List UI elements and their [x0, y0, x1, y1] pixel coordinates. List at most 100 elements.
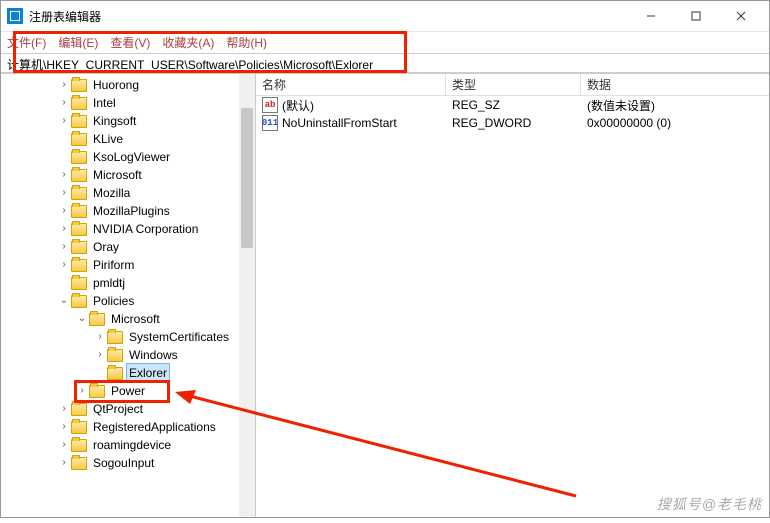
tree-item[interactable]: Exlorer: [1, 364, 255, 382]
tree-item-label: Exlorer: [127, 364, 169, 382]
tree-item-label: Power: [109, 382, 147, 400]
chevron-right-icon[interactable]: [57, 112, 71, 130]
chevron-right-icon[interactable]: [57, 202, 71, 220]
menu-bar: 文件(F) 编辑(E) 查看(V) 收藏夹(A) 帮助(H): [1, 31, 769, 53]
dword-value-icon: 011: [262, 115, 278, 131]
tree-pane[interactable]: HuorongIntelKingsoftKLiveKsoLogViewerMic…: [1, 74, 256, 517]
chevron-right-icon[interactable]: [93, 328, 107, 346]
folder-icon: [107, 367, 123, 380]
tree-item-label: Mozilla: [91, 184, 132, 202]
chevron-down-icon[interactable]: [57, 292, 71, 310]
tree-item[interactable]: Windows: [1, 346, 255, 364]
folder-icon: [107, 331, 123, 344]
value-data: (数值未设置): [581, 97, 769, 114]
value-data: 0x00000000 (0): [581, 116, 769, 130]
folder-icon: [71, 241, 87, 254]
tree-item[interactable]: MozillaPlugins: [1, 202, 255, 220]
chevron-right-icon[interactable]: [57, 400, 71, 418]
folder-icon: [71, 187, 87, 200]
folder-icon: [71, 259, 87, 272]
tree-item-label: NVIDIA Corporation: [91, 220, 200, 238]
value-name: NoUninstallFromStart: [282, 116, 397, 130]
tree-item[interactable]: Piriform: [1, 256, 255, 274]
folder-icon: [71, 97, 87, 110]
close-button[interactable]: [718, 1, 763, 31]
tree-scrollbar[interactable]: [239, 74, 255, 517]
menu-view[interactable]: 查看(V): [110, 34, 150, 51]
tree-item-label: Intel: [91, 94, 118, 112]
values-pane[interactable]: 名称 类型 数据 ab(默认)REG_SZ(数值未设置)011 NoUninsta…: [256, 74, 769, 517]
tree-item[interactable]: pmldtj: [1, 274, 255, 292]
tree-item[interactable]: Mozilla: [1, 184, 255, 202]
minimize-button[interactable]: [628, 1, 673, 31]
col-name[interactable]: 名称: [256, 74, 446, 95]
tree-item[interactable]: Microsoft: [1, 310, 255, 328]
tree-item-label: roamingdevice: [91, 436, 173, 454]
value-name: (默认): [282, 97, 314, 114]
value-row[interactable]: ab(默认)REG_SZ(数值未设置): [256, 96, 769, 114]
tree-item[interactable]: Power: [1, 382, 255, 400]
folder-icon: [71, 421, 87, 434]
menu-file[interactable]: 文件(F): [7, 34, 46, 51]
folder-icon: [71, 205, 87, 218]
tree-item-label: RegisteredApplications: [91, 418, 218, 436]
tree-item[interactable]: Huorong: [1, 76, 255, 94]
title-bar[interactable]: 注册表编辑器: [1, 1, 769, 31]
chevron-right-icon[interactable]: [57, 454, 71, 472]
chevron-right-icon[interactable]: [57, 94, 71, 112]
chevron-right-icon[interactable]: [57, 184, 71, 202]
app-icon: [7, 8, 23, 24]
value-row[interactable]: 011NoUninstallFromStartREG_DWORD0x000000…: [256, 114, 769, 132]
menu-help[interactable]: 帮助(H): [226, 34, 267, 51]
tree-item[interactable]: NVIDIA Corporation: [1, 220, 255, 238]
tree-item[interactable]: Intel: [1, 94, 255, 112]
tree-item-label: SystemCertificates: [127, 328, 231, 346]
tree-item[interactable]: SystemCertificates: [1, 328, 255, 346]
tree-item[interactable]: QtProject: [1, 400, 255, 418]
values-header[interactable]: 名称 类型 数据: [256, 74, 769, 96]
chevron-right-icon[interactable]: [57, 418, 71, 436]
col-data[interactable]: 数据: [581, 74, 769, 95]
chevron-right-icon[interactable]: [75, 382, 89, 400]
chevron-right-icon[interactable]: [57, 238, 71, 256]
tree-item[interactable]: RegisteredApplications: [1, 418, 255, 436]
chevron-down-icon[interactable]: [75, 310, 89, 328]
tree-item[interactable]: SogouInput: [1, 454, 255, 472]
chevron-right-icon[interactable]: [57, 166, 71, 184]
tree-item[interactable]: roamingdevice: [1, 436, 255, 454]
chevron-right-icon[interactable]: [93, 346, 107, 364]
tree-item[interactable]: Microsoft: [1, 166, 255, 184]
folder-icon: [71, 133, 87, 146]
tree-item-label: Oray: [91, 238, 121, 256]
folder-icon: [71, 439, 87, 452]
tree-item[interactable]: Policies: [1, 292, 255, 310]
folder-icon: [71, 457, 87, 470]
client-area: HuorongIntelKingsoftKLiveKsoLogViewerMic…: [1, 73, 769, 517]
col-type[interactable]: 类型: [446, 74, 581, 95]
tree-item-label: Windows: [127, 346, 180, 364]
tree-item-label: pmldtj: [91, 274, 127, 292]
tree-item[interactable]: KLive: [1, 130, 255, 148]
folder-icon: [71, 79, 87, 92]
maximize-button[interactable]: [673, 1, 718, 31]
tree-scroll-thumb[interactable]: [241, 108, 253, 248]
tree-item[interactable]: Kingsoft: [1, 112, 255, 130]
folder-icon: [107, 349, 123, 362]
chevron-right-icon[interactable]: [57, 220, 71, 238]
folder-icon: [71, 151, 87, 164]
chevron-right-icon[interactable]: [57, 76, 71, 94]
menu-edit[interactable]: 编辑(E): [58, 34, 98, 51]
folder-icon: [71, 277, 87, 290]
tree-item-label: Microsoft: [91, 166, 144, 184]
window-title: 注册表编辑器: [29, 8, 628, 25]
tree-item-label: SogouInput: [91, 454, 156, 472]
tree-item[interactable]: KsoLogViewer: [1, 148, 255, 166]
chevron-right-icon[interactable]: [57, 436, 71, 454]
chevron-right-icon[interactable]: [57, 256, 71, 274]
folder-icon: [71, 169, 87, 182]
tree-item-label: Policies: [91, 292, 136, 310]
tree-item[interactable]: Oray: [1, 238, 255, 256]
tree-item-label: KsoLogViewer: [91, 148, 172, 166]
menu-favorites[interactable]: 收藏夹(A): [162, 34, 214, 51]
address-bar[interactable]: 计算机\HKEY_CURRENT_USER\Software\Policies\…: [1, 53, 769, 73]
